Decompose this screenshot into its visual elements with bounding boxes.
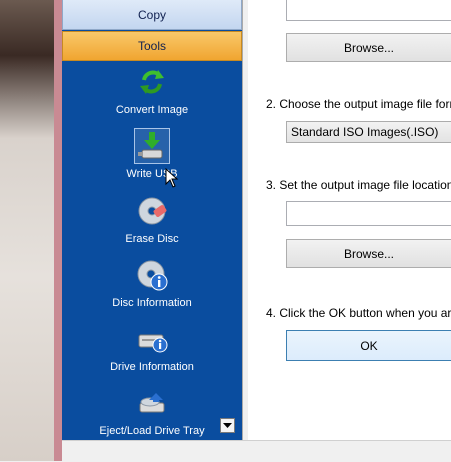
tool-disc-information[interactable]: Disc Information <box>62 259 242 319</box>
disc-info-icon <box>137 260 168 291</box>
output-format-select[interactable]: Standard ISO Images(.ISO) <box>286 121 451 143</box>
browse-output-button[interactable]: Browse... <box>286 239 451 268</box>
tool-label: Drive Information <box>110 361 194 373</box>
browse-source-button[interactable]: Browse... <box>286 33 451 62</box>
tool-label: Eject/Load Drive Tray <box>99 425 205 437</box>
tool-label: Erase Disc <box>125 233 179 245</box>
tool-label: Write USB <box>126 168 178 180</box>
ok-button[interactable]: OK <box>286 330 451 361</box>
tool-label: Convert Image <box>115 104 189 116</box>
sidebar-header-tools[interactable]: Tools <box>62 31 242 61</box>
output-location-input[interactable] <box>286 201 451 226</box>
sidebar: Copy Tools Convert Image Write USB Erase… <box>62 0 242 440</box>
tool-label: Disc Information <box>112 297 192 309</box>
step-2-label: 2. Choose the output image file format: <box>266 97 451 111</box>
tool-write-usb[interactable]: Write USB <box>62 128 242 190</box>
step-4-label: 4. Click the OK button when you are read… <box>266 306 451 320</box>
write-usb-icon <box>138 132 163 159</box>
drive-info-icon <box>138 334 168 353</box>
tool-eject-load-tray[interactable]: Eject/Load Drive Tray <box>62 387 242 447</box>
tool-convert-image[interactable]: Convert Image <box>62 66 242 126</box>
mouse-cursor-icon <box>165 168 179 188</box>
chevron-down-icon <box>223 422 232 428</box>
desktop-background <box>0 0 54 461</box>
eject-tray-icon <box>139 393 165 413</box>
sidebar-header-copy[interactable]: Copy <box>62 0 242 30</box>
erase-disc-icon <box>138 197 167 225</box>
step-3-label: 3. Set the output image file location: <box>266 178 451 192</box>
tool-erase-disc[interactable]: Erase Disc <box>62 195 242 255</box>
sidebar-more-button[interactable] <box>220 418 235 433</box>
source-file-input[interactable] <box>286 0 451 21</box>
tool-drive-information[interactable]: Drive Information <box>62 323 242 383</box>
status-bar <box>62 440 451 462</box>
convert-arrows-icon <box>140 70 164 94</box>
